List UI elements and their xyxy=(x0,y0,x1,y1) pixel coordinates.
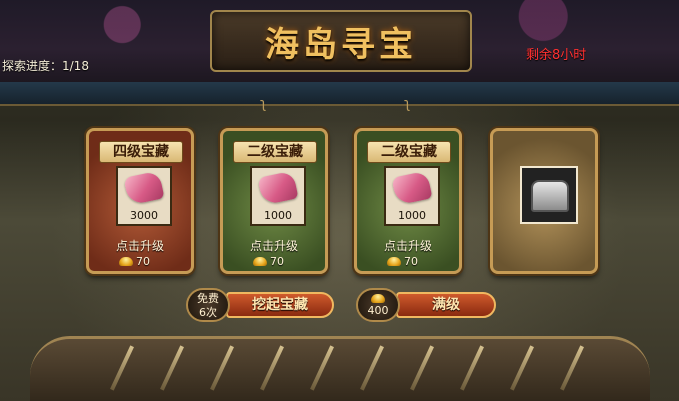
max-price-value: 400 xyxy=(367,304,389,317)
hook-icon: ʅ xyxy=(260,96,267,112)
upgrade-link[interactable]: 点击升级 xyxy=(223,237,325,254)
page-title: 海岛寻宝 xyxy=(265,24,417,65)
pink-gem-icon xyxy=(257,170,299,206)
treasure-card-3[interactable]: 二级宝藏 1000 点击升级 70 xyxy=(354,128,462,274)
cost-value: 70 xyxy=(136,255,150,268)
gold-ingot-icon xyxy=(119,257,133,266)
max-level-price: 400 xyxy=(356,288,400,322)
treasure-chest-icon xyxy=(531,180,569,212)
treasure-value: 1000 xyxy=(398,209,426,222)
upgrade-cost: 70 xyxy=(387,255,418,268)
pink-gem-icon xyxy=(391,170,433,206)
treasure-card-2[interactable]: 二级宝藏 1000 点击升级 70 xyxy=(220,128,328,274)
cost-value: 70 xyxy=(270,255,284,268)
treasure-slot xyxy=(520,166,578,224)
upgrade-cost: 70 xyxy=(119,255,150,268)
gold-ingot-icon xyxy=(371,294,385,303)
treasure-value: 3000 xyxy=(130,209,158,222)
treasure-slot: 1000 xyxy=(250,166,306,226)
dig-treasure-button[interactable]: 挖起宝藏 xyxy=(226,292,334,318)
gold-ingot-icon xyxy=(387,257,401,266)
cost-value: 70 xyxy=(404,255,418,268)
free-count-badge: 免费 6次 xyxy=(186,288,230,322)
treasure-value: 1000 xyxy=(264,209,292,222)
treasure-slot: 1000 xyxy=(384,166,440,226)
treasure-card-1[interactable]: 四级宝藏 3000 点击升级 70 xyxy=(86,128,194,274)
max-level-button[interactable]: 满级 xyxy=(396,292,496,318)
upgrade-cost: 70 xyxy=(253,255,284,268)
max-level-group: 满级 400 xyxy=(356,288,498,322)
free-label: 免费 xyxy=(197,292,219,305)
top-banner: 海岛寻宝 剩余8小时 探索进度：1/18 xyxy=(0,0,679,84)
pink-gem-icon xyxy=(123,170,165,206)
time-left-label: 剩余8小时 xyxy=(526,48,587,63)
free-count: 6次 xyxy=(199,306,217,319)
gold-ingot-icon xyxy=(253,257,267,266)
exploration-progress: 探索进度：1/18 xyxy=(2,59,89,73)
card-title: 二级宝藏 xyxy=(233,141,317,163)
dig-treasure-group: 挖起宝藏 免费 6次 xyxy=(186,288,336,322)
banner-divider xyxy=(0,82,679,106)
treasure-card-4[interactable] xyxy=(490,128,598,274)
card-title: 四级宝藏 xyxy=(99,141,183,163)
hook-icon: ʅ xyxy=(404,96,411,112)
treasure-slot: 3000 xyxy=(116,166,172,226)
upgrade-link[interactable]: 点击升级 xyxy=(89,237,191,254)
card-title: 二级宝藏 xyxy=(367,141,451,163)
treasure-hunt-screen: 海岛寻宝 剩余8小时 探索进度：1/18 ʅ ʅ 四级宝藏 3000 点击升级 … xyxy=(0,0,679,401)
title-plate: 海岛寻宝 xyxy=(210,10,472,72)
upgrade-link[interactable]: 点击升级 xyxy=(357,237,459,254)
